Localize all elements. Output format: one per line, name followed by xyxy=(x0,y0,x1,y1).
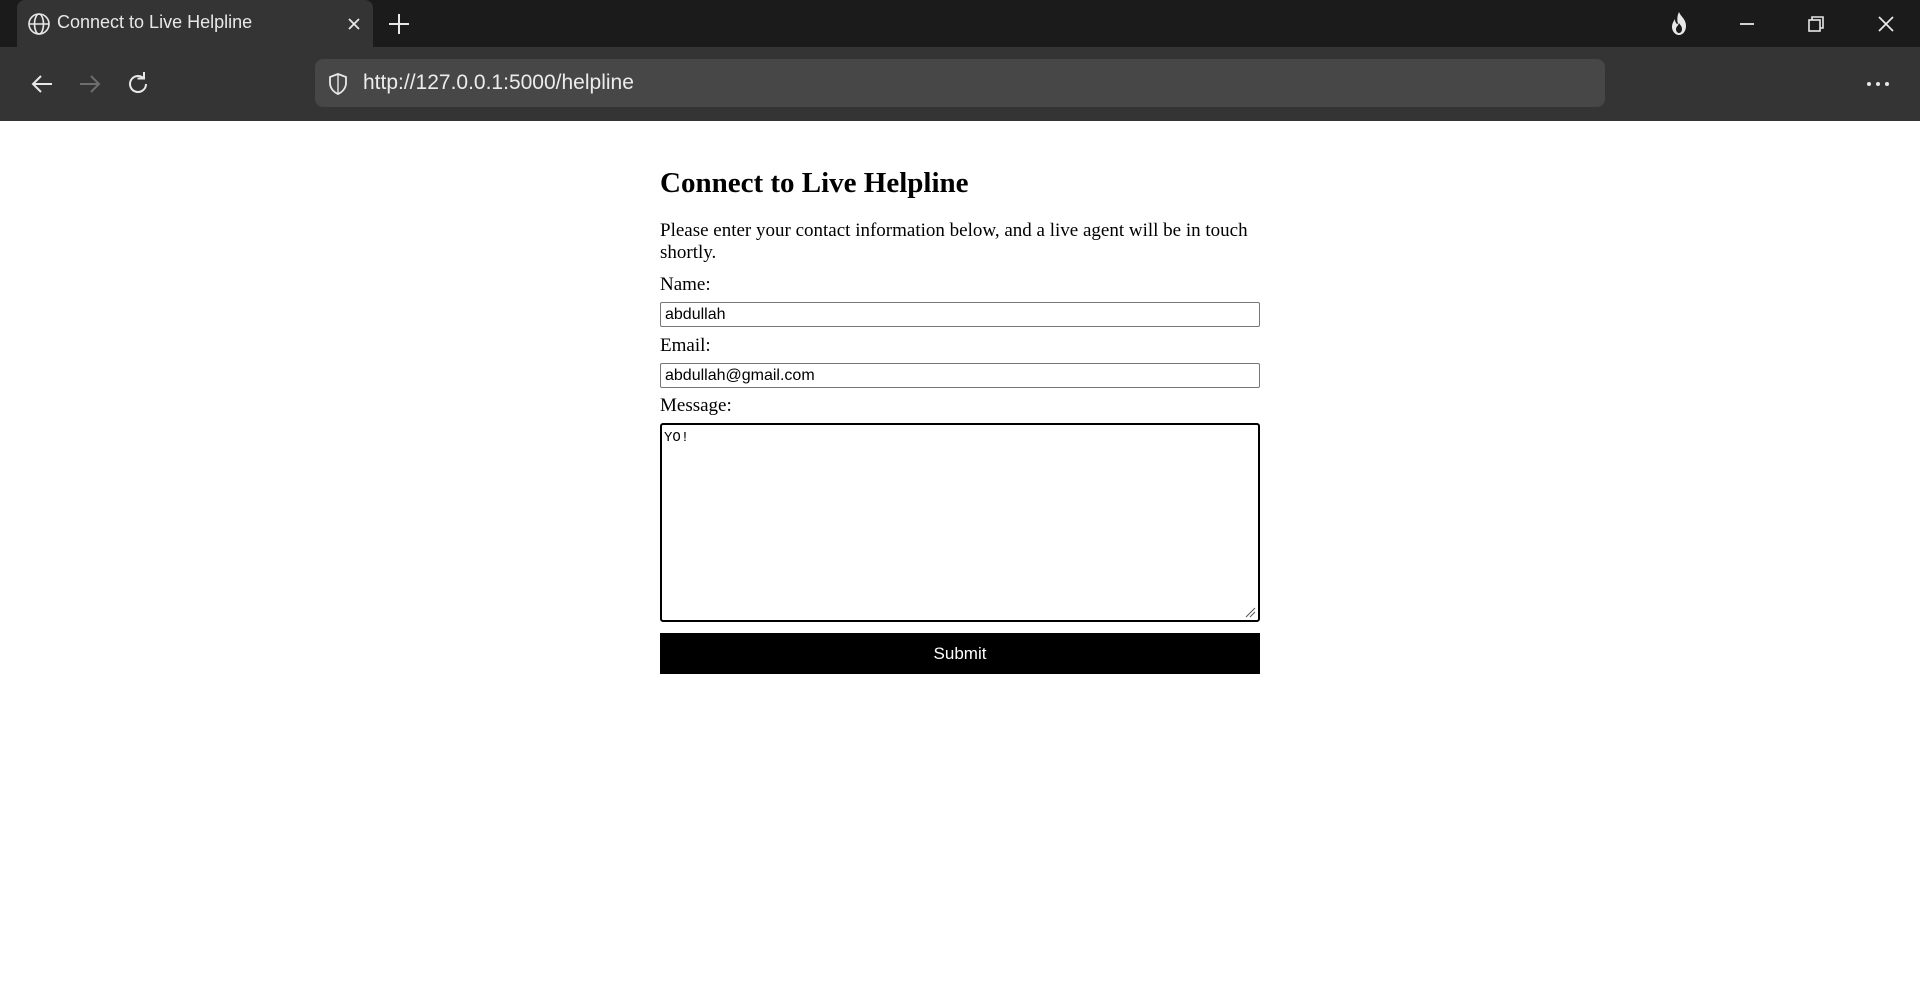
restore-icon[interactable] xyxy=(1800,8,1832,40)
name-label: Name: xyxy=(660,274,711,295)
flame-icon[interactable] xyxy=(1663,8,1695,40)
forward-arrow-icon[interactable] xyxy=(73,67,107,101)
shield-icon[interactable] xyxy=(325,71,351,97)
resize-grip-icon[interactable] xyxy=(1245,607,1256,618)
submit-button[interactable]: Submit xyxy=(660,633,1260,674)
message-text: YO! xyxy=(664,430,690,446)
intro-text: Please enter your contact information be… xyxy=(660,220,1248,263)
more-horizontal-icon[interactable] xyxy=(1858,67,1898,101)
new-tab-plus-icon[interactable] xyxy=(384,9,414,39)
page-content: Connect to Live Helpline Please enter yo… xyxy=(0,121,1920,1004)
close-window-icon[interactable] xyxy=(1870,8,1902,40)
reload-icon[interactable] xyxy=(121,67,155,101)
browser-toolbar: http://127.0.0.1:5000/helpline xyxy=(0,47,1920,121)
page-title: Connect to Live Helpline xyxy=(660,167,969,199)
globe-icon xyxy=(28,13,50,35)
url-text[interactable]: http://127.0.0.1:5000/helpline xyxy=(363,71,634,95)
close-tab-icon[interactable] xyxy=(343,13,365,35)
message-label: Message: xyxy=(660,395,732,416)
name-input[interactable]: abdullah xyxy=(660,302,1260,327)
minimize-icon[interactable] xyxy=(1731,8,1763,40)
browser-tab[interactable]: Connect to Live Helpline xyxy=(17,0,373,47)
address-bar[interactable]: http://127.0.0.1:5000/helpline xyxy=(315,59,1605,107)
back-arrow-icon[interactable] xyxy=(25,67,59,101)
email-input[interactable]: abdullah@gmail.com xyxy=(660,363,1260,388)
email-label: Email: xyxy=(660,335,711,356)
browser-titlebar: Connect to Live Helpline xyxy=(0,0,1920,47)
message-textarea[interactable]: YO! xyxy=(660,423,1260,622)
tab-title: Connect to Live Helpline xyxy=(57,12,253,32)
